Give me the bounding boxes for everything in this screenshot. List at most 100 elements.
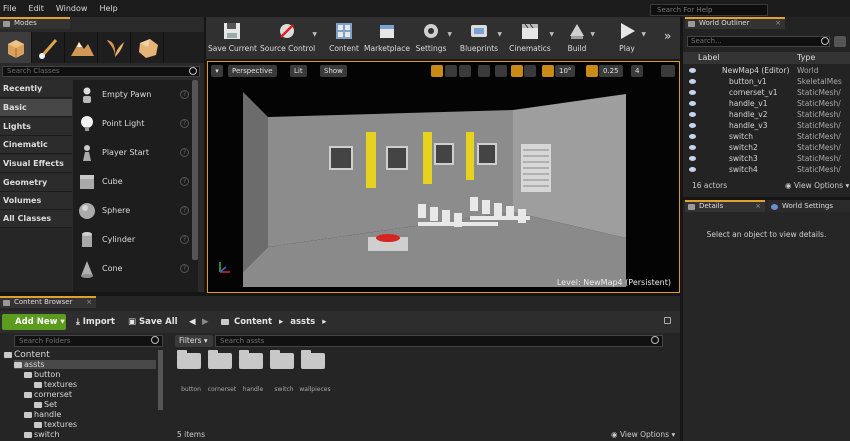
maximize-viewport-icon[interactable] (661, 65, 675, 77)
save-all-button[interactable]: ▣ Save All (128, 314, 178, 330)
rotate-icon[interactable] (445, 65, 457, 77)
folder-tree-item[interactable]: Set (34, 400, 57, 409)
marketplace-button[interactable]: Marketplace (364, 17, 410, 60)
place-item-cylinder[interactable]: Cylinder ? (73, 226, 193, 254)
place-item-cone[interactable]: Cone ? (73, 255, 193, 283)
close-icon[interactable]: × (775, 19, 781, 28)
folder-tree-item[interactable]: switch (24, 430, 60, 439)
column-type-header[interactable]: Type (797, 53, 815, 62)
outliner-row[interactable]: handle_v1 StaticMesh/ (683, 98, 850, 109)
forward-button[interactable]: ▶ (202, 314, 209, 330)
help-search-input[interactable]: Search For Help (650, 4, 768, 16)
help-icon[interactable]: ? (180, 177, 189, 186)
outliner-row[interactable]: handle_v3 StaticMesh/ (683, 120, 850, 131)
close-icon[interactable]: × (755, 202, 761, 211)
outliner-row[interactable]: button_v1 SkeletalMes (683, 76, 850, 87)
outliner-row[interactable]: cornerset_v1 StaticMesh/ (683, 87, 850, 98)
lit-button[interactable]: Lit (290, 65, 307, 77)
category-visual-effects[interactable]: Visual Effects (0, 155, 72, 173)
expand-toolbar-icon[interactable]: » (664, 29, 671, 43)
foliage-mode-icon[interactable] (99, 32, 131, 63)
folder-tree-scrollbar[interactable] (158, 350, 163, 410)
paint-mode-icon[interactable] (33, 32, 65, 63)
visibility-eye-icon[interactable] (689, 145, 696, 150)
menu-window[interactable]: Window (50, 4, 94, 13)
lock-icon[interactable] (664, 317, 671, 324)
category-all-classes[interactable]: All Classes (0, 210, 72, 228)
rotation-snap-icon[interactable] (542, 65, 554, 77)
column-label-header[interactable]: Label (698, 53, 720, 62)
translate-icon[interactable] (431, 65, 443, 77)
play-button[interactable]: Play ▼ (611, 17, 646, 60)
asset-folder[interactable]: switch (270, 350, 296, 393)
show-button[interactable]: Show (320, 65, 347, 77)
help-icon[interactable]: ? (180, 206, 189, 215)
outliner-search-input[interactable]: Search... (687, 36, 830, 47)
help-icon[interactable]: ? (180, 235, 189, 244)
camera-speed-button[interactable]: 4 (631, 65, 644, 77)
blueprints-button[interactable]: Blueprints ▼ (459, 17, 502, 60)
save-current-button[interactable]: Save Current (208, 17, 257, 60)
visibility-eye-icon[interactable] (689, 134, 696, 139)
rotation-snap-value[interactable]: 10° (555, 65, 576, 77)
settings-button[interactable]: Settings ▼ (413, 17, 452, 60)
asset-folder[interactable]: cornerset (208, 350, 236, 393)
place-item-point-light[interactable]: Point Light ? (73, 110, 193, 138)
category-basic[interactable]: Basic (0, 99, 72, 117)
help-icon[interactable]: ? (180, 148, 189, 157)
visibility-eye-icon[interactable] (689, 79, 696, 84)
folder-tree-item[interactable]: handle (24, 410, 61, 419)
content-button[interactable]: Content (324, 17, 364, 60)
outliner-row[interactable]: switch3 StaticMesh/ (683, 153, 850, 164)
category-lights[interactable]: Lights (0, 118, 72, 136)
scale-icon[interactable] (459, 65, 471, 77)
outliner-row[interactable]: switch4 StaticMesh/ (683, 164, 850, 175)
folder-tree-item[interactable]: textures (34, 420, 77, 429)
breadcrumb-content[interactable]: Content (234, 317, 272, 327)
chevron-down-icon[interactable]: ▼ (312, 31, 317, 38)
asset-folder[interactable]: handle (239, 350, 265, 393)
category-recently-placed[interactable]: Recently Placed (0, 80, 72, 111)
folder-tree-item[interactable]: button (24, 370, 60, 379)
place-mode-icon[interactable] (0, 32, 32, 63)
outliner-row[interactable]: NewMap4 (Editor) World (683, 65, 850, 76)
menu-edit[interactable]: Edit (22, 4, 50, 13)
visibility-eye-icon[interactable] (689, 90, 696, 95)
perspective-button[interactable]: Perspective (228, 65, 277, 77)
grid-size-button[interactable] (524, 65, 536, 77)
world-space-icon[interactable] (478, 65, 490, 77)
grid-snap-icon[interactable] (511, 65, 523, 77)
add-new-button[interactable]: Add New ▾ (2, 314, 66, 330)
placeable-scrollbar[interactable] (192, 80, 198, 260)
visibility-eye-icon[interactable] (689, 167, 696, 172)
help-icon[interactable]: ? (180, 119, 189, 128)
chevron-down-icon[interactable]: ▼ (447, 31, 452, 38)
folder-tree-item[interactable]: cornerset (24, 390, 72, 399)
visibility-eye-icon[interactable] (689, 112, 696, 117)
category-geometry[interactable]: Geometry (0, 174, 72, 192)
class-search-input[interactable]: Search Classes (2, 66, 200, 77)
filters-button[interactable]: Filters ▾ (175, 335, 213, 347)
outliner-view-options-button[interactable]: ◉ View Options ▾ (785, 181, 849, 190)
help-icon[interactable]: ? (180, 264, 189, 273)
level-viewport[interactable]: ▾ Perspective Lit Show 10° 0.25 4 Level:… (207, 61, 680, 293)
chevron-down-icon[interactable]: ▼ (549, 31, 554, 38)
place-item-sphere[interactable]: Sphere ? (73, 197, 193, 225)
breadcrumb-assts[interactable]: assts (290, 317, 315, 327)
surface-snap-icon[interactable] (495, 65, 507, 77)
outliner-row[interactable]: switch2 StaticMesh/ (683, 142, 850, 153)
help-icon[interactable]: ? (180, 90, 189, 99)
chevron-down-icon[interactable]: ▼ (590, 31, 595, 38)
outliner-row[interactable]: handle_v2 StaticMesh/ (683, 109, 850, 120)
folder-search-input[interactable]: Search Folders (14, 335, 163, 347)
tab-modes[interactable]: Modes (0, 17, 70, 29)
import-button[interactable]: ⤓ Import (76, 314, 115, 330)
asset-folder[interactable]: wallpieces (299, 350, 331, 393)
asset-search-input[interactable]: Search assts (215, 335, 663, 347)
scale-snap-value[interactable]: 0.25 (599, 65, 623, 77)
asset-folder[interactable]: button (177, 350, 203, 393)
scale-snap-icon[interactable] (586, 65, 598, 77)
category-cinematic[interactable]: Cinematic (0, 136, 72, 154)
outliner-row[interactable]: switch StaticMesh/ (683, 131, 850, 142)
place-item-cube[interactable]: Cube ? (73, 168, 193, 196)
